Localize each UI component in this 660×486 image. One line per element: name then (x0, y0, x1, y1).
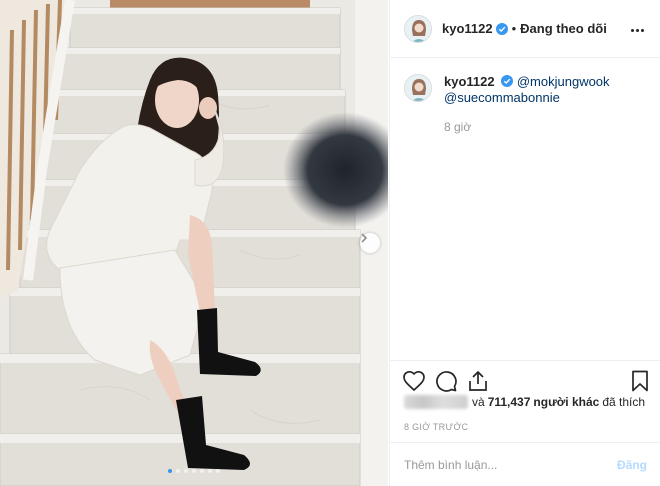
avatar[interactable] (404, 74, 432, 102)
post-side-panel: kyo1122 • Đang theo dõi kyo1122 @mokjung… (389, 0, 660, 486)
likes-prefix: và (472, 395, 485, 409)
heart-icon[interactable] (402, 369, 426, 393)
mention-link[interactable]: @suecommabonnie (444, 90, 560, 105)
carousel-indicator (0, 469, 388, 473)
share-icon[interactable] (466, 369, 490, 393)
carousel-dot (200, 469, 204, 473)
mention-link[interactable]: @mokjungwook (517, 74, 610, 89)
comment-bar: Đăng (390, 442, 660, 486)
comment-icon[interactable] (434, 369, 458, 393)
bookmark-icon[interactable] (628, 369, 652, 393)
follow-status-button[interactable]: Đang theo dõi (520, 21, 607, 36)
post-timestamp[interactable]: 8 GIỜ TRƯỚC (404, 422, 468, 432)
likes-suffix: đã thích (602, 395, 646, 409)
post-image (0, 0, 388, 486)
caption-time: 8 giờ (444, 120, 472, 134)
likes-others: người khác (533, 395, 600, 409)
comment-input[interactable] (404, 457, 617, 472)
likes-summary[interactable]: và 711,437 người khác đã thích (404, 395, 645, 409)
carousel-dot (208, 469, 212, 473)
carousel-dot (184, 469, 188, 473)
carousel-dot (216, 469, 220, 473)
carousel-dot (176, 469, 180, 473)
blurred-username (404, 395, 468, 409)
post-comment-button[interactable]: Đăng (617, 458, 647, 472)
more-options-icon[interactable] (631, 22, 647, 38)
caption: kyo1122 @mokjungwook @suecommabonnie 8 g… (404, 74, 654, 135)
carousel-dot (192, 469, 196, 473)
caption-username[interactable]: kyo1122 (444, 74, 495, 89)
chevron-right-icon (361, 233, 368, 243)
verified-icon (501, 75, 514, 87)
carousel-dot (168, 469, 172, 473)
carousel-next-button[interactable] (360, 233, 380, 253)
separator: • (511, 21, 517, 36)
avatar[interactable] (404, 14, 432, 43)
likes-count: 711,437 (487, 395, 531, 409)
header-username[interactable]: kyo1122 (442, 21, 493, 36)
post-photo[interactable] (0, 0, 388, 486)
verified-icon (495, 22, 508, 35)
post-header: kyo1122 • Đang theo dõi (390, 0, 660, 58)
